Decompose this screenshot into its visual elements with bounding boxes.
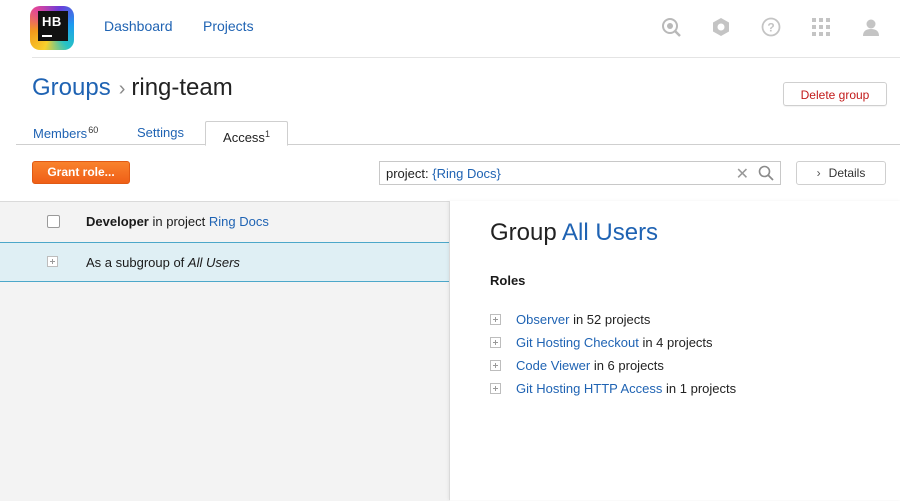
role-count: in 6 projects [590,358,664,373]
tab-access-label: Access [223,130,265,145]
header-divider [32,57,900,58]
help-icon[interactable]: ? [760,16,782,38]
role-name: Developer [86,214,149,229]
tab-access-count: 1 [264,129,270,139]
logo-text: HB [42,14,62,29]
top-header: HB Dashboard Projects ? [0,0,900,58]
list-item-text: Developer in project Ring Docs [86,214,269,229]
breadcrumb-separator: › [118,78,126,100]
user-avatar-icon[interactable] [860,16,882,38]
role-link-git-hosting-checkout[interactable]: Git Hosting Checkout [516,335,639,350]
details-title-prefix: Group [490,219,563,246]
hub-settings-icon[interactable] [710,16,732,38]
search-submit-icon[interactable] [758,165,774,181]
roles-heading: Roles [490,273,526,288]
breadcrumb: Groups › ring-team [32,74,233,102]
tab-bar-divider [16,144,900,145]
list-item-selected[interactable]: As a subgroup of All Users [0,242,449,282]
details-panel: Group All Users Roles Observer in 52 pro… [449,201,900,500]
subgroup-name: All Users [187,255,240,270]
list-item-text: As a subgroup of All Users [86,255,240,270]
search-query-prefix: project: [386,166,433,181]
nav-dashboard[interactable]: Dashboard [104,18,173,34]
role-link-code-viewer[interactable]: Code Viewer [516,358,590,373]
search-icon[interactable] [660,16,682,38]
logo-mark: HB [38,11,68,41]
role-count: in 52 projects [569,312,651,327]
tab-settings[interactable]: Settings [137,125,184,140]
hub-logo[interactable]: HB [30,6,74,50]
search-query-value: {Ring Docs} [432,166,501,181]
role-link-git-hosting-http-access[interactable]: Git Hosting HTTP Access [516,381,662,396]
logo-underline [42,35,52,37]
role-middle-text: in project [148,214,209,229]
expand-icon[interactable] [490,383,501,394]
delete-group-button[interactable]: Delete group [783,82,887,106]
breadcrumb-groups-link[interactable]: Groups [32,74,111,101]
row-checkbox[interactable] [47,215,60,228]
page-title: ring-team [131,74,233,101]
list-item[interactable]: Developer in project Ring Docs [0,202,449,242]
tab-members-count: 60 [88,125,99,135]
tab-bar: Members60 Settings Access1 [0,121,900,146]
details-button[interactable]: › Details [796,161,886,185]
svg-text:?: ? [767,21,774,35]
expand-icon[interactable] [47,256,58,267]
project-link[interactable]: Ring Docs [209,214,269,229]
expand-icon[interactable] [490,337,501,348]
details-button-label: Details [828,166,866,180]
role-link-observer[interactable]: Observer [516,312,569,327]
search-input[interactable]: project: {Ring Docs} ✕ [379,161,781,185]
tab-access[interactable]: Access1 [205,121,288,146]
search-query: project: {Ring Docs} [386,166,501,181]
details-title: Group All Users [490,219,658,247]
grant-role-button[interactable]: Grant role... [32,161,130,184]
expand-icon[interactable] [490,360,501,371]
tab-members[interactable]: Members60 [33,125,98,141]
subgroup-prefix: As a subgroup of [86,255,188,270]
clear-search-icon[interactable]: ✕ [736,164,749,184]
chevron-right-icon: › [816,166,821,180]
tab-members-label: Members [33,126,88,141]
group-name-link[interactable]: All Users [562,219,658,246]
role-count: in 1 projects [662,381,737,396]
nav-projects[interactable]: Projects [203,18,254,34]
role-count: in 4 projects [638,335,713,350]
services-grid-icon[interactable] [810,16,832,38]
access-list: Developer in project Ring Docs As a subg… [0,201,450,501]
tab-settings-label: Settings [137,125,184,140]
expand-icon[interactable] [490,314,501,325]
